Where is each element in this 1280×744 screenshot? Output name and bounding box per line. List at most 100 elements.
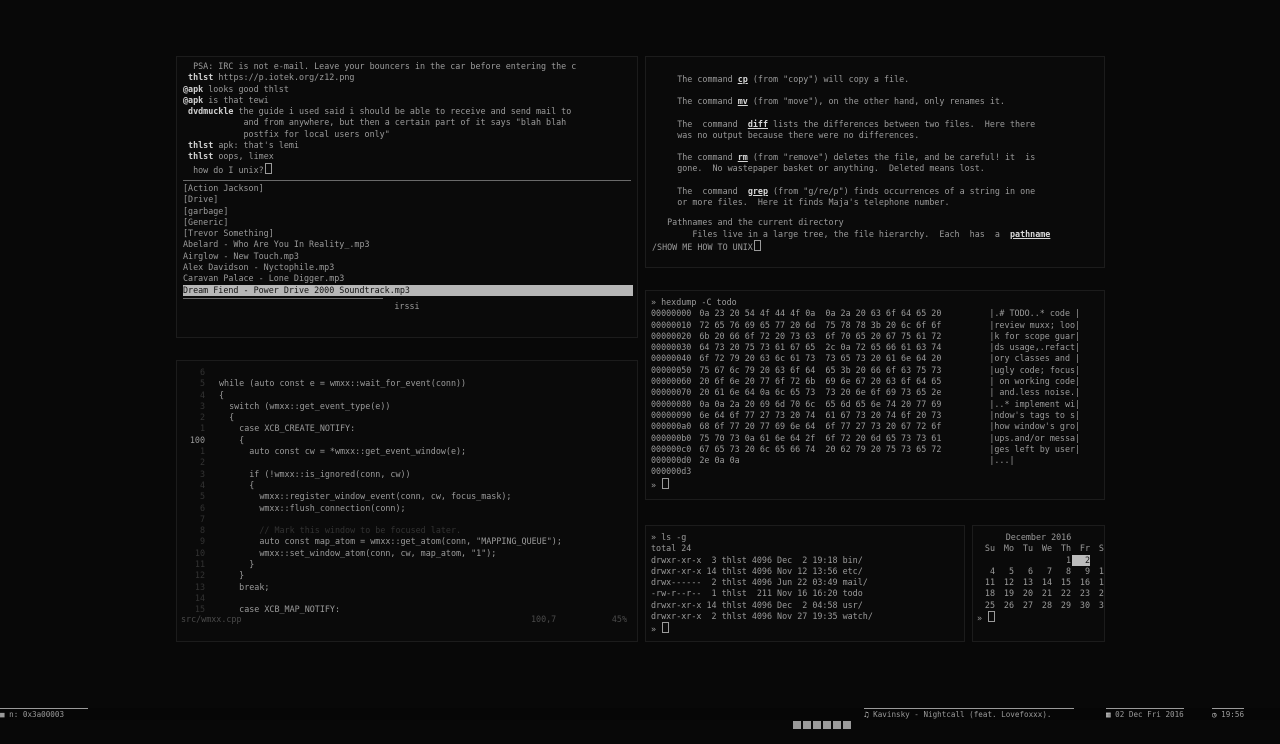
calendar-day[interactable]: 6 <box>1015 566 1033 577</box>
calendar-day[interactable]: 5 <box>996 566 1014 577</box>
folder-item[interactable]: [Drive] <box>183 194 631 205</box>
man-line-prefix: The command <box>677 185 748 196</box>
calendar-day[interactable]: 7 <box>1034 566 1052 577</box>
man-command[interactable]: mv <box>738 96 748 106</box>
calendar-day[interactable]: 11 <box>977 577 995 588</box>
ls-row[interactable]: drwxr-xr-x 2 thlst 4096 Nov 27 19:35 wat… <box>651 611 959 622</box>
weekday-label: Th <box>1060 543 1071 554</box>
irc-nick[interactable]: thlst <box>188 72 213 82</box>
man-line-text: (from "copy") will copy a file. <box>747 74 910 84</box>
hexdump-row: 000000c0 67 65 73 20 6c 65 66 74 20 62 79… <box>651 444 1099 455</box>
ls-command: » ls -g <box>651 532 687 542</box>
irc-input-line[interactable]: how do I unix? <box>183 162 631 176</box>
man-command[interactable]: diff <box>748 119 768 129</box>
calendar-day[interactable]: 23 <box>1072 588 1090 599</box>
folder-item[interactable]: [garbage] <box>183 206 631 217</box>
file-item[interactable]: Abelard - Who Are You In Reality_.mp3 <box>183 239 631 250</box>
ls-row[interactable]: drwxr-xr-x 14 thlst 4096 Nov 12 13:56 et… <box>651 566 959 577</box>
calendar-day[interactable]: 17 <box>1091 577 1104 588</box>
calendar-icon: ▦ <box>1106 710 1116 719</box>
file-item[interactable]: Airglow - New Touch.mp3 <box>183 251 631 262</box>
irc-message: @apk looks good thlst <box>183 84 631 95</box>
code-lines[interactable]: 6 5 while (auto const e = wmxx::wait_for_e… <box>179 367 631 616</box>
next-icon[interactable] <box>833 721 842 729</box>
irc-nick[interactable]: thlst <box>188 140 213 150</box>
rewind-icon[interactable] <box>803 721 812 729</box>
calendar-day[interactable]: 1 <box>1053 555 1071 566</box>
calendar-day[interactable]: 4 <box>977 566 995 577</box>
line-number: 3 <box>199 400 205 411</box>
stop-icon[interactable] <box>843 721 852 729</box>
irc-input[interactable]: how do I unix? <box>193 165 264 175</box>
calendar-day[interactable]: 2 <box>1072 554 1090 566</box>
weekday-label: Sa <box>1098 543 1104 554</box>
irc-nick[interactable]: dvdmuckle <box>188 106 233 116</box>
ls-row[interactable]: drwx------ 2 thlst 4096 Jun 22 03:49 mai… <box>651 577 959 588</box>
folder-item[interactable]: [Trevor Something] <box>183 228 631 239</box>
weekday-label: Su <box>984 543 995 554</box>
calendar-day[interactable]: 26 <box>996 600 1014 611</box>
hex-bytes: 6e 64 6f 77 27 73 20 74 61 67 73 20 74 6… <box>699 409 942 420</box>
file-selected[interactable]: Dream Fiend - Power Drive 2000 Soundtrac… <box>183 284 633 296</box>
code-text: { <box>219 389 225 400</box>
calendar-day[interactable]: 16 <box>1072 577 1090 588</box>
ls-row[interactable]: drwxr-xr-x 3 thlst 4096 Dec 2 19:18 bin/ <box>651 555 959 566</box>
calendar-day[interactable] <box>996 555 1014 566</box>
ls-row[interactable]: drwxr-xr-x 14 thlst 4096 Dec 2 04:58 usr… <box>651 600 959 611</box>
calendar-day[interactable]: 28 <box>1034 600 1052 611</box>
calendar-day[interactable]: 13 <box>1015 577 1033 588</box>
calendar-day[interactable]: 21 <box>1034 588 1052 599</box>
ls-total: total 24 <box>651 543 692 554</box>
irc-nick[interactable]: thlst <box>188 151 213 161</box>
calendar-day[interactable]: 20 <box>1015 588 1033 599</box>
calendar-day[interactable]: 3 <box>1091 555 1105 566</box>
folder-item[interactable]: [Generic] <box>183 217 631 228</box>
forward-icon[interactable] <box>823 721 832 729</box>
hexdump-prompt[interactable]: » <box>651 477 1099 491</box>
irc-nick[interactable]: @apk <box>183 95 203 105</box>
hexdump-row: 000000b0 75 70 73 0a 61 6e 64 2f 6f 72 20… <box>651 433 1099 444</box>
calendar-day[interactable]: 24 <box>1091 588 1104 599</box>
hex-offset: 00000050 <box>651 364 692 375</box>
window-id[interactable]: ■ n: 0x3a00003 <box>0 708 88 720</box>
calendar-day[interactable]: 8 <box>1053 566 1071 577</box>
calendar-day[interactable]: 15 <box>1053 577 1071 588</box>
pause-icon[interactable] <box>813 721 822 729</box>
file-list: [Action Jackson] [Drive] [garbage] [Generic… <box>183 183 631 285</box>
calendar-day[interactable]: 10 <box>1091 566 1104 577</box>
ls-prompt[interactable]: » <box>651 622 959 635</box>
man-line-text: lists the differences between two files.… <box>767 118 1036 129</box>
line-number: 5 <box>199 378 205 389</box>
man-command[interactable]: cp <box>738 74 748 84</box>
calendar-day[interactable]: 30 <box>1072 600 1090 611</box>
calendar-day[interactable]: 22 <box>1053 588 1071 599</box>
calendar-day[interactable]: 25 <box>977 600 995 611</box>
irc-nick[interactable]: @apk <box>183 84 203 94</box>
calendar-day[interactable]: 27 <box>1015 600 1033 611</box>
man-command[interactable]: rm <box>738 152 748 162</box>
man-command[interactable]: grep <box>748 186 768 196</box>
calendar-day[interactable]: 9 <box>1072 566 1090 577</box>
calendar-day[interactable]: 31 <box>1091 600 1104 611</box>
line-number: 13 <box>194 581 205 592</box>
calendar-day[interactable]: 19 <box>996 588 1014 599</box>
calendar-day[interactable] <box>977 555 995 566</box>
calendar-day[interactable]: 18 <box>977 588 995 599</box>
calendar-day[interactable] <box>1034 555 1052 566</box>
man-line-text: or more files. Here it finds Maja's tele… <box>677 197 950 208</box>
ls-row[interactable]: -rw-r--r-- 1 thlst 211 Nov 16 16:20 todo <box>651 588 959 599</box>
calendar-day[interactable]: 12 <box>996 577 1014 588</box>
calendar-day[interactable]: 29 <box>1053 600 1071 611</box>
file-item[interactable]: Caravan Palace - Lone Digger.mp3 <box>183 273 631 284</box>
man-search[interactable]: /SHOW ME HOW TO UNIX <box>652 239 1098 253</box>
calendar-day[interactable]: 14 <box>1034 577 1052 588</box>
calendar-day[interactable] <box>1015 555 1033 566</box>
irc-text: looks good thlst <box>208 83 289 94</box>
folder-item[interactable]: [Action Jackson] <box>183 183 631 194</box>
file-item[interactable]: Alex Davidson - Nyctophile.mp3 <box>183 262 631 273</box>
prev-icon[interactable] <box>793 721 802 729</box>
hex-offset: 00000030 <box>651 342 692 353</box>
calendar-prompt[interactable]: » <box>977 611 1100 624</box>
man-link[interactable]: pathname <box>1010 229 1050 239</box>
media-controls[interactable] <box>775 708 853 744</box>
